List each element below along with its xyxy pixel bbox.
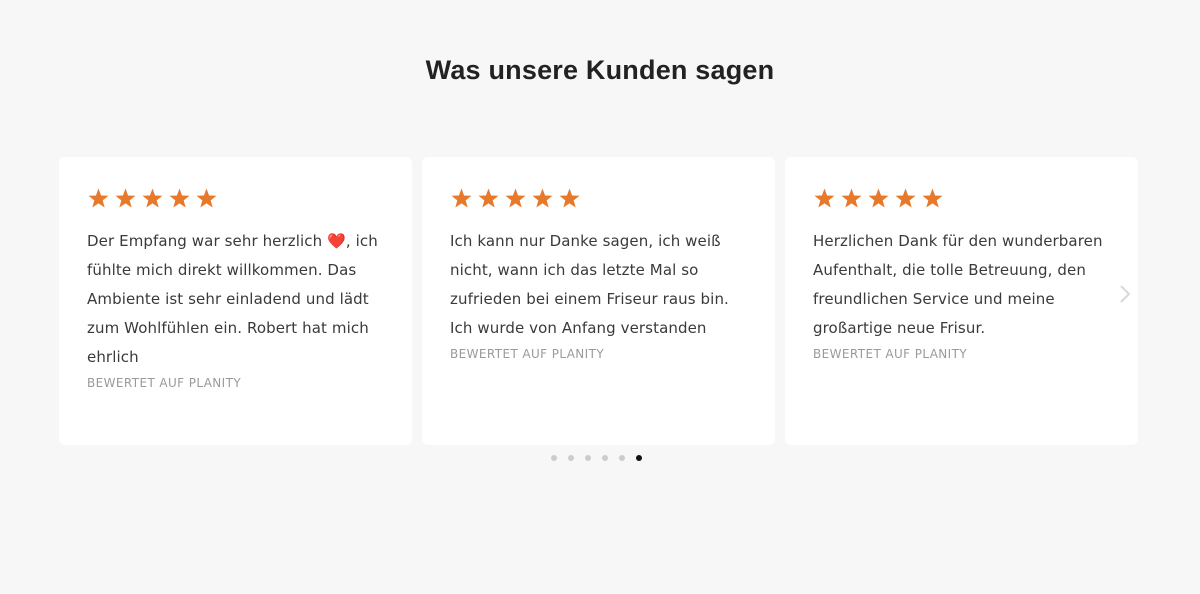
pagination-dot[interactable] <box>585 455 591 461</box>
pagination-dot[interactable] <box>619 455 625 461</box>
star-icon <box>841 188 862 208</box>
star-icon <box>115 188 136 208</box>
star-icon <box>532 188 553 208</box>
review-source: BEWERTET AUF PLANITY <box>87 376 242 390</box>
star-rating <box>87 187 384 211</box>
pagination-dot[interactable] <box>551 455 557 461</box>
reviews-carousel: Der Empfang war sehr herzlich ❤️, ich fü… <box>0 0 1200 594</box>
star-icon <box>451 188 472 208</box>
pagination-dot[interactable] <box>568 455 574 461</box>
pagination-dot[interactable] <box>602 455 608 461</box>
star-icon <box>169 188 190 208</box>
carousel-pagination <box>551 455 642 461</box>
star-icon <box>922 188 943 208</box>
star-icon <box>814 188 835 208</box>
star-icon <box>196 188 217 208</box>
star-icon <box>505 188 526 208</box>
star-icon <box>559 188 580 208</box>
pagination-dot-active[interactable] <box>636 455 642 461</box>
star-icon <box>142 188 163 208</box>
star-icon <box>895 188 916 208</box>
star-icon <box>88 188 109 208</box>
review-text: Herzlichen Dank für den wunderbaren Aufe… <box>813 232 1103 337</box>
carousel-next-button[interactable] <box>1115 282 1135 306</box>
star-icon <box>478 188 499 208</box>
review-source: BEWERTET AUF PLANITY <box>450 347 605 361</box>
star-rating <box>450 187 747 211</box>
review-text: Der Empfang war sehr herzlich ❤️, ich fü… <box>87 232 378 366</box>
review-text: Ich kann nur Danke sagen, ich weiß nicht… <box>450 232 729 337</box>
star-icon <box>868 188 889 208</box>
review-card: Der Empfang war sehr herzlich ❤️, ich fü… <box>59 157 412 445</box>
star-rating <box>813 187 1110 211</box>
review-card: Ich kann nur Danke sagen, ich weiß nicht… <box>422 157 775 445</box>
review-card: Herzlichen Dank für den wunderbaren Aufe… <box>785 157 1138 445</box>
chevron-right-icon <box>1120 285 1131 303</box>
review-source: BEWERTET AUF PLANITY <box>813 347 968 361</box>
